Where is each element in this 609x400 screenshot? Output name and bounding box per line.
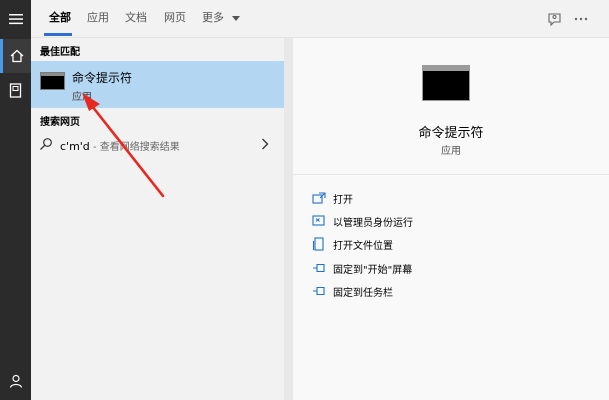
detail-subtitle: 应用 [441,146,461,157]
home-button[interactable] [0,39,31,73]
best-match-subtitle: 应用 [72,92,92,103]
chevron-right-icon [262,138,269,150]
action-open[interactable]: 打开 [311,188,353,208]
notebook-icon [9,82,22,98]
search-web-heading: 搜索网页 [40,117,80,128]
feedback-button[interactable] [544,9,564,29]
best-match-item[interactable]: 命令提示符 应用 [31,61,284,108]
command-prompt-icon [40,72,65,90]
detail-title: 命令提示符 [418,126,484,141]
search-tab-bar: 全部 应用 文档 网页 更多 [31,0,609,38]
active-tab-indicator [44,33,72,36]
action-pin-to-taskbar[interactable]: 固定到任务栏 [311,281,393,301]
best-match-heading: 最佳匹配 [40,47,80,58]
chevron-down-icon [231,15,240,21]
web-search-query: c'm'd [60,140,90,153]
documents-button[interactable] [0,73,31,107]
tab-apps[interactable]: 应用 [87,0,109,38]
hamburger-menu-icon [8,14,23,25]
account-button[interactable] [0,364,31,398]
action-pin-to-start[interactable]: 固定到"开始"屏幕 [311,258,412,278]
search-results-panel: 最佳匹配 命令提示符 应用 搜索网页 c'm'd - 查看网络搜索结果 [31,38,284,400]
more-options-button[interactable] [571,9,591,29]
action-open-file-location[interactable]: 打开文件位置 [311,234,393,254]
command-prompt-large-icon [422,65,470,101]
pin-icon [311,283,327,299]
home-icon [10,49,24,63]
more-options-icon [574,17,588,21]
pin-icon [311,260,327,276]
tab-more[interactable]: 更多 [202,0,240,38]
panel-divider [284,38,293,400]
app-detail-panel: 命令提示符 应用 打开 以管理员身份运行 打开文件位置 固定到"开始"屏幕 固定… [293,38,609,400]
search-icon [40,138,52,150]
best-match-title: 命令提示符 [72,71,133,85]
tab-documents[interactable]: 文档 [125,0,147,38]
feedback-icon [547,12,561,26]
left-rail [0,0,31,400]
user-icon [9,374,22,388]
open-icon [311,190,327,206]
detail-separator [293,174,609,175]
web-search-hint: - 查看网络搜索结果 [89,142,180,153]
menu-button[interactable] [0,2,31,36]
file-location-icon [311,236,327,252]
action-run-as-admin[interactable]: 以管理员身份运行 [311,211,413,231]
web-search-item[interactable]: c'm'd - 查看网络搜索结果 [31,134,284,156]
shield-icon [311,213,327,229]
tab-web[interactable]: 网页 [164,0,186,38]
